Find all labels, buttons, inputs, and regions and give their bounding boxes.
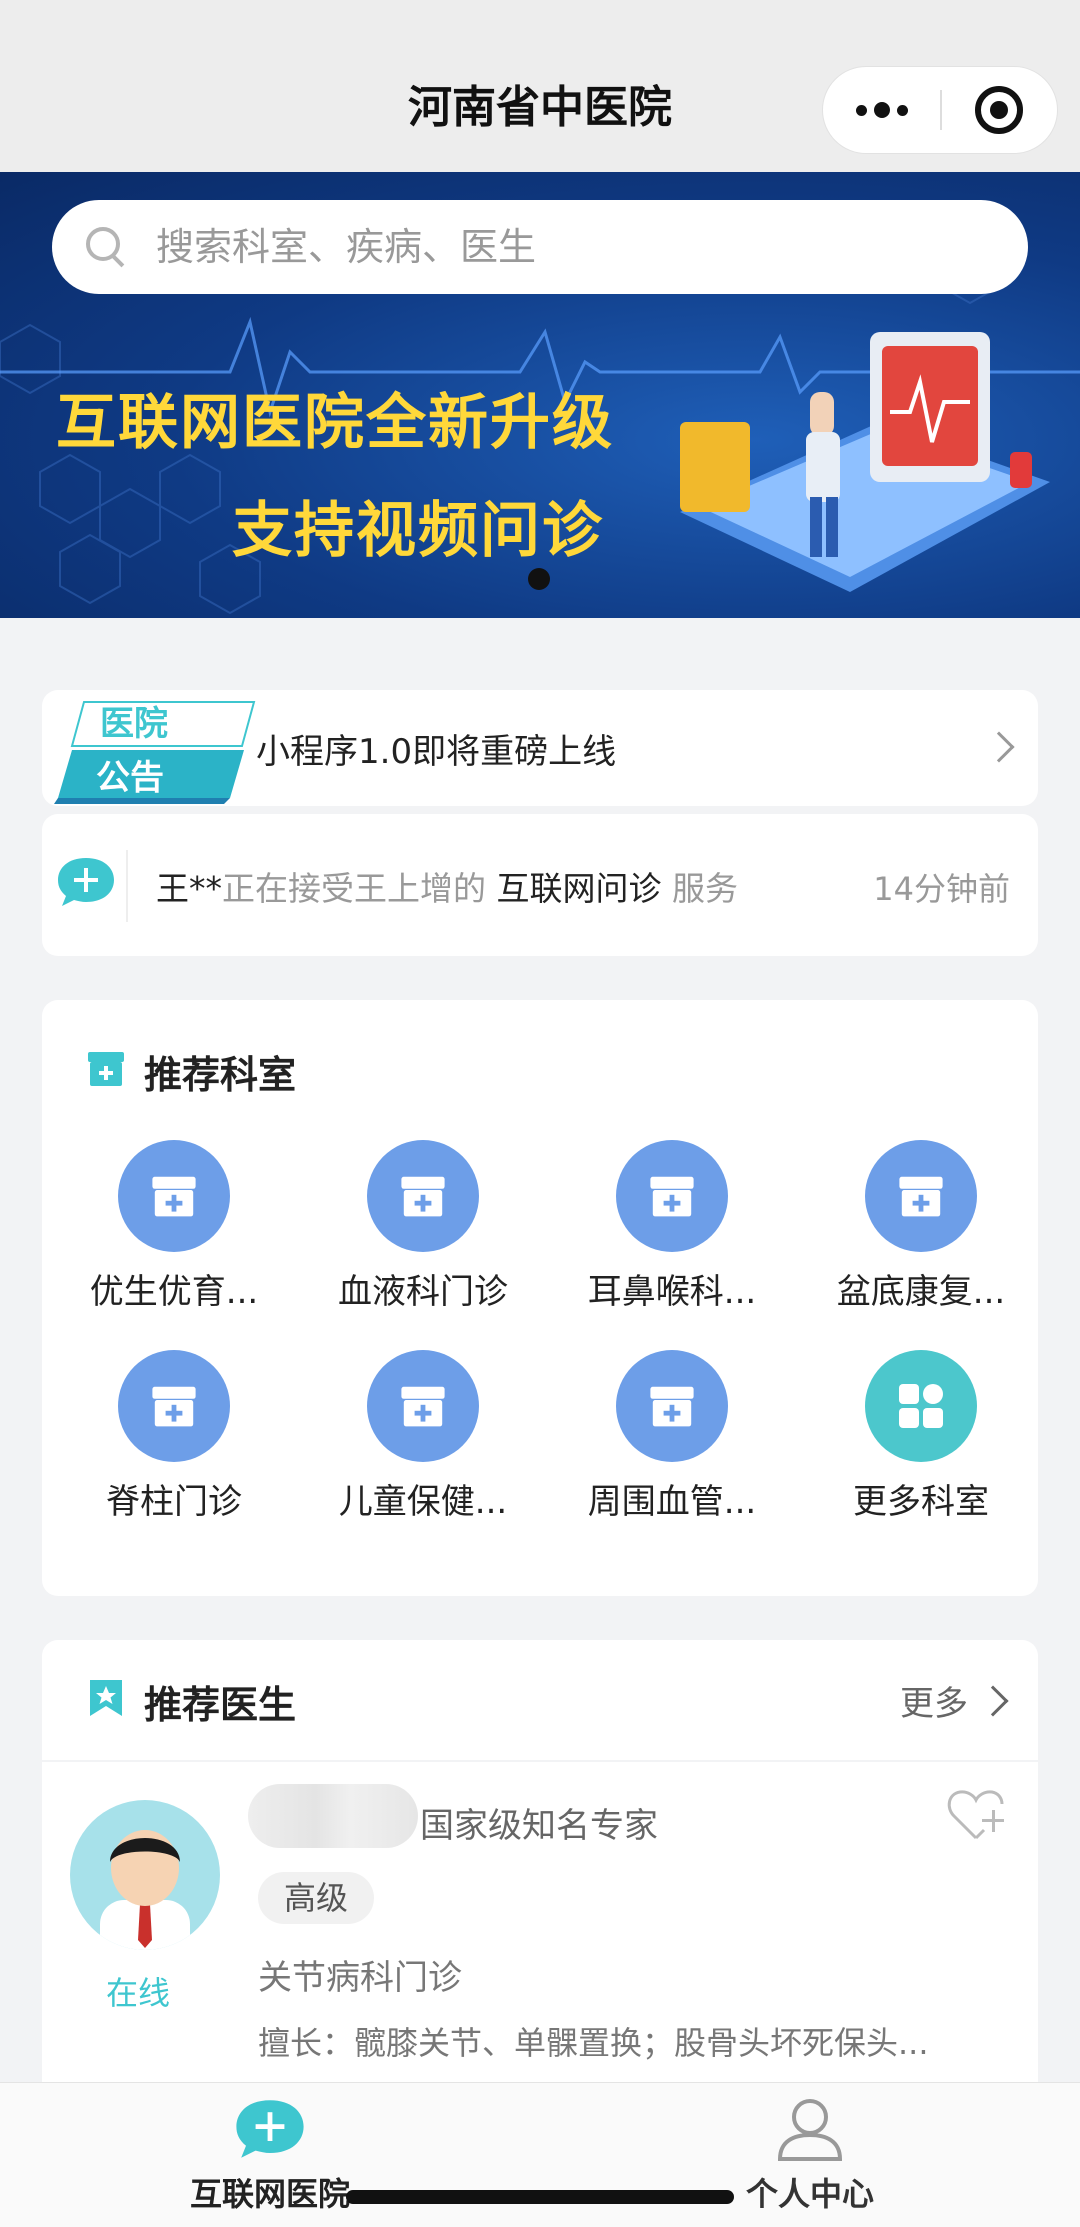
department-label: 儿童保健... — [338, 1482, 508, 1522]
chevron-right-icon — [983, 731, 1015, 763]
chevron-right-icon — [977, 1685, 1009, 1717]
online-status: 在线 — [106, 1974, 171, 2012]
search-input[interactable] — [156, 225, 1016, 269]
nav-header: 河南省中医院 — [0, 0, 1080, 172]
more-menu-button[interactable] — [823, 66, 940, 154]
favorite-heart-plus-icon[interactable] — [946, 1788, 1008, 1844]
recommended-departments: 推荐科室 优生优育... 血液科门诊 耳鼻喉科... 盆底康复... 脊柱门诊 … — [42, 1000, 1038, 1596]
dot-icon — [873, 102, 890, 118]
doctor-illustration — [680, 332, 1050, 592]
department-label: 耳鼻喉科... — [587, 1272, 757, 1312]
chat-plus-icon — [58, 858, 114, 906]
section-title: 推荐医生 — [144, 1683, 297, 1727]
bookmark-star-icon — [90, 1680, 122, 1716]
carousel-indicator[interactable] — [528, 568, 550, 590]
department-item[interactable]: 耳鼻喉科... — [562, 1140, 782, 1320]
department-item[interactable]: 周围血管... — [562, 1350, 782, 1530]
search-bar[interactable] — [52, 200, 1028, 294]
notice-badge-top: 医院 — [100, 704, 168, 744]
mini-program-capsule — [822, 66, 1058, 154]
activity-message: 王**正在接受王上增的 互联网问诊 服务 — [156, 862, 738, 910]
grid-icon — [865, 1350, 977, 1462]
notice-badge-bottom: 公告 — [96, 758, 164, 798]
doctor-specialty: 擅长：髋膝关节、单髁置换；股骨头坏死保头... — [258, 2024, 929, 2062]
department-label: 脊柱门诊 — [106, 1482, 242, 1522]
chat-plus-icon — [236, 2100, 304, 2158]
activity-ticker: 王**正在接受王上增的 互联网问诊 服务 14分钟前 — [42, 814, 1038, 956]
notice-text: 小程序1.0即将重磅上线 — [256, 732, 617, 772]
clinic-icon — [865, 1140, 977, 1252]
department-label: 周围血管... — [587, 1482, 757, 1522]
clinic-icon — [616, 1140, 728, 1252]
section-title: 推荐科室 — [144, 1053, 297, 1097]
recommended-doctors-header: 推荐医生 更多 — [42, 1640, 1038, 1760]
activity-time: 14分钟前 — [873, 870, 1010, 908]
department-item[interactable]: 优生优育... — [64, 1140, 284, 1320]
department-label: 盆底康复... — [836, 1272, 1006, 1312]
department-label: 血液科门诊 — [338, 1272, 508, 1312]
banner-subheadline: 支持视频问诊 — [232, 496, 604, 566]
activity-suffix: 服务 — [672, 869, 738, 908]
dot-icon — [855, 104, 867, 116]
user-icon — [777, 2099, 843, 2161]
close-mini-program-button[interactable] — [942, 66, 1057, 154]
search-icon — [86, 227, 126, 267]
more-doctors-link[interactable]: 更多 — [900, 1676, 968, 1725]
banner-headline: 互联网医院全新升级 — [56, 388, 614, 458]
clinic-icon — [367, 1140, 479, 1252]
doctor-card[interactable]: 在线 国家级知名专家 高级 关节病科门诊 擅长：髋膝关节、单髁置换；股骨头坏死保… — [42, 1762, 1038, 2092]
more-departments-button[interactable]: 更多科室 — [811, 1350, 1031, 1530]
doctor-department: 关节病科门诊 — [258, 1958, 462, 1998]
target-icon — [975, 86, 1024, 134]
activity-service: 互联网问诊 — [496, 869, 662, 908]
doctor-avatar — [70, 1800, 220, 1950]
dot-icon — [896, 104, 908, 116]
activity-middle: 正在接受王上增的 — [222, 869, 486, 908]
clinic-icon — [367, 1350, 479, 1462]
promo-banner[interactable]: 互联网医院全新升级 支持视频问诊 — [0, 172, 1080, 618]
doctor-level-tag: 高级 — [258, 1872, 375, 1924]
department-label: 优生优育... — [89, 1272, 259, 1312]
doctor-name-blurred — [248, 1784, 418, 1848]
home-indicator[interactable] — [346, 2190, 734, 2204]
hospital-notice[interactable]: 医院 公告 小程序1.0即将重磅上线 — [42, 690, 1038, 806]
clinic-icon — [118, 1350, 230, 1462]
doctor-title: 国家级知名专家 — [420, 1806, 658, 1846]
department-item[interactable]: 脊柱门诊 — [64, 1350, 284, 1530]
bottom-tab-bar: 互联网医院 个人中心 — [0, 2082, 1080, 2227]
department-item[interactable]: 儿童保健... — [313, 1350, 533, 1530]
clinic-icon — [88, 1052, 124, 1086]
clinic-icon — [118, 1140, 230, 1252]
department-item[interactable]: 血液科门诊 — [313, 1140, 533, 1320]
tab-label: 个人中心 — [745, 2175, 874, 2213]
clinic-icon — [616, 1350, 728, 1462]
department-item[interactable]: 盆底康复... — [811, 1140, 1031, 1320]
activity-user: 王** — [156, 869, 222, 908]
divider — [126, 850, 128, 922]
department-label: 更多科室 — [853, 1482, 989, 1522]
